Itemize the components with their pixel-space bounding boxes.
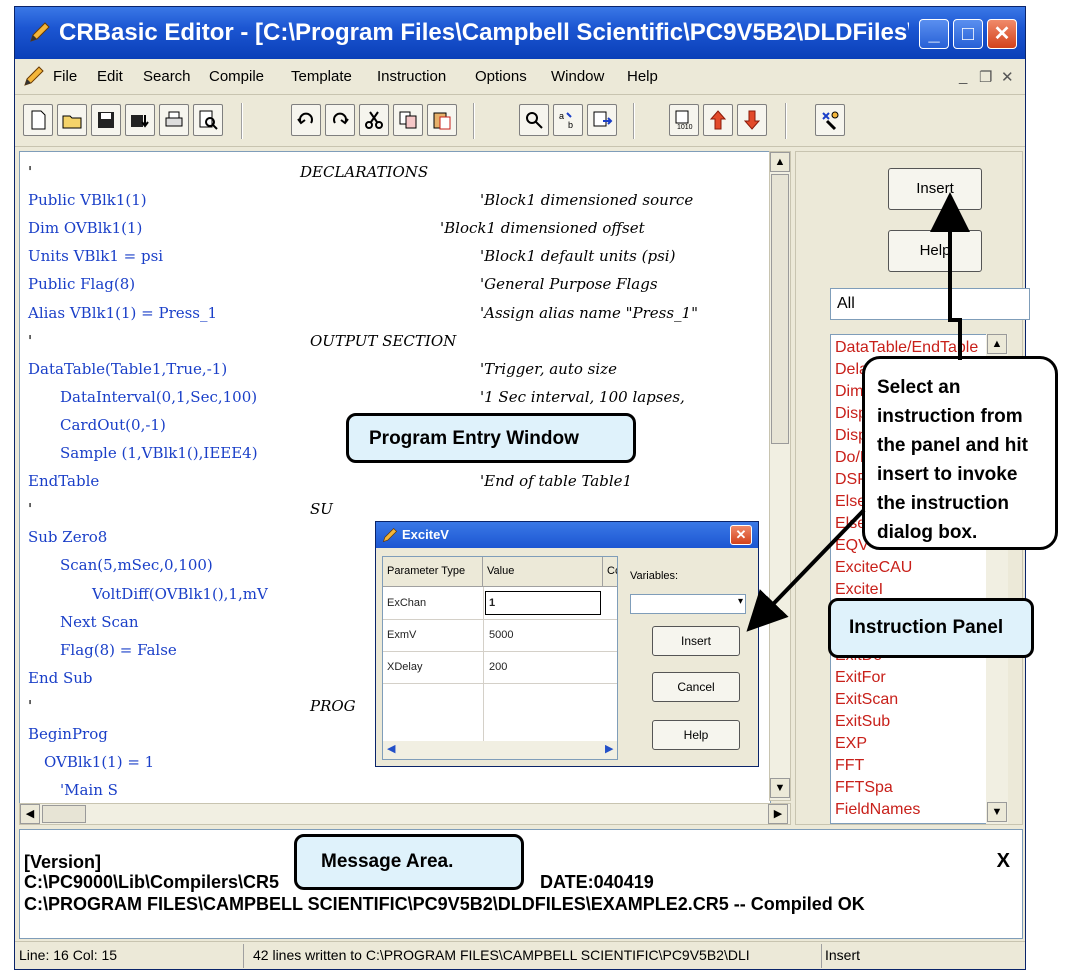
annotation-arrows (746, 192, 970, 632)
arrow-to-dialog (746, 508, 866, 632)
arrow-to-insert-button (930, 192, 970, 360)
